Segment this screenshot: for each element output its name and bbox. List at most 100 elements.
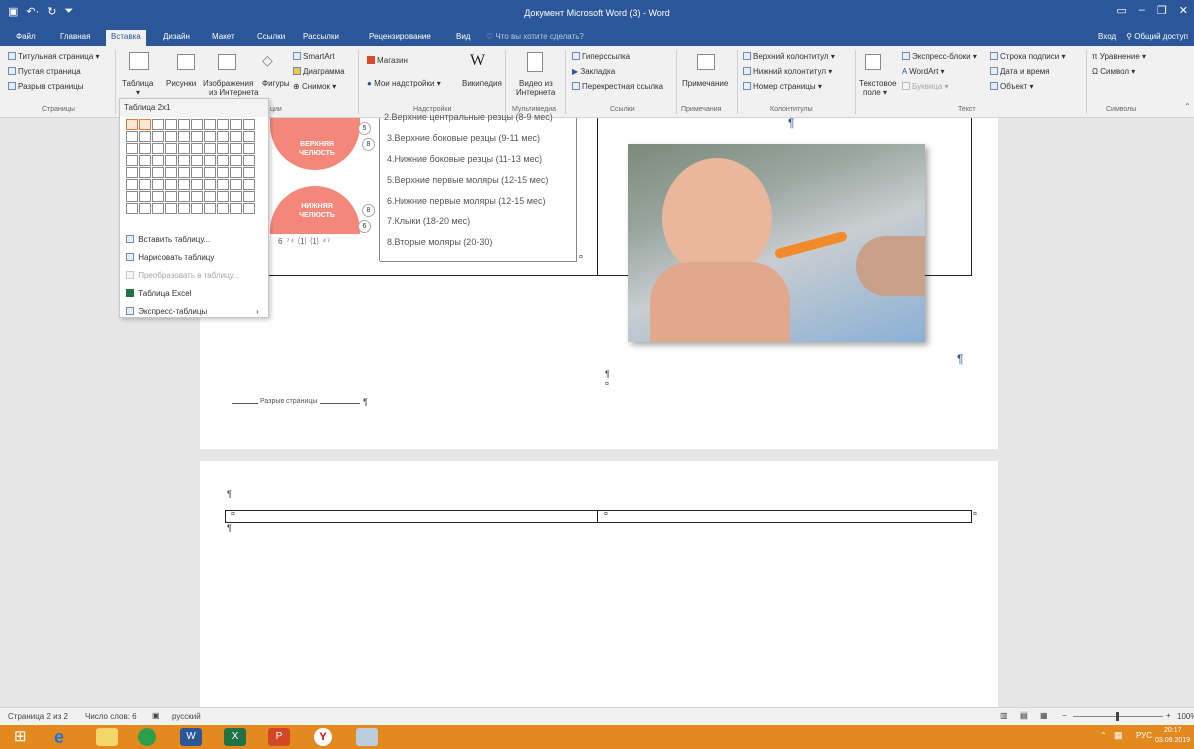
table-grid-cell[interactable]	[191, 203, 203, 214]
clock-time[interactable]: 20:17	[1164, 727, 1182, 734]
ribbon-options-icon[interactable]: ▭	[1116, 4, 1126, 17]
draw-table-item[interactable]: Нарисовать таблицу	[126, 253, 214, 262]
tab-mailings[interactable]: Рассылки	[303, 32, 339, 41]
date-time-button[interactable]: Дата и время	[990, 67, 1050, 76]
table-grid-cell[interactable]	[243, 119, 255, 130]
table-grid-cell[interactable]	[204, 119, 216, 130]
table-grid-cell[interactable]	[126, 143, 138, 154]
chart-button[interactable]: Диаграмма	[293, 67, 345, 76]
blank-page-button[interactable]: Пустая страница	[8, 67, 81, 76]
tab-review[interactable]: Рецензирование	[369, 32, 431, 41]
table-grid-cell[interactable]	[126, 191, 138, 202]
footer-button[interactable]: Нижний колонтитул ▾	[743, 67, 832, 76]
bookmark-button[interactable]: ▶ Закладка	[572, 67, 615, 76]
maximize-icon[interactable]: ❐	[1157, 4, 1167, 17]
proofing-icon[interactable]: ▣	[152, 711, 160, 720]
table-grid-cell[interactable]	[243, 203, 255, 214]
tab-insert[interactable]: Вставка	[106, 30, 146, 46]
table-grid-cell[interactable]	[191, 179, 203, 190]
comment-button[interactable]: Примечание	[682, 79, 728, 88]
table-grid-cell[interactable]	[126, 179, 138, 190]
table-grid-cell[interactable]	[126, 131, 138, 142]
zoom-in-icon[interactable]: +	[1166, 711, 1171, 720]
word-count[interactable]: Число слов: 6	[85, 712, 137, 721]
table-grid-cell[interactable]	[217, 119, 229, 130]
table-grid-cell[interactable]	[217, 191, 229, 202]
file-explorer-icon[interactable]	[96, 728, 118, 746]
table-grid-cell[interactable]	[165, 143, 177, 154]
table-grid-cell[interactable]	[178, 167, 190, 178]
table-grid-cell[interactable]	[165, 155, 177, 166]
table-grid-cell[interactable]	[152, 119, 164, 130]
table-grid-cell[interactable]	[178, 179, 190, 190]
wordart-button[interactable]: A WordArt ▾	[902, 67, 945, 76]
table-grid-cell[interactable]	[139, 119, 151, 130]
windows-start-icon[interactable]: ⊞	[14, 728, 36, 746]
equation-button[interactable]: π Уравнение ▾	[1092, 52, 1146, 61]
table-grid-cell[interactable]	[230, 167, 242, 178]
clock-date[interactable]: 03.09.2019	[1155, 737, 1190, 744]
object-button[interactable]: Объект ▾	[990, 82, 1034, 91]
table-grid-cell[interactable]	[139, 179, 151, 190]
cover-page-button[interactable]: Титульная страница ▾	[8, 52, 100, 61]
quick-parts-button[interactable]: Экспресс-блоки ▾	[902, 52, 977, 61]
tell-me-box[interactable]: ♡ Что вы хотите сделать?	[486, 32, 584, 41]
table-grid-cell[interactable]	[139, 203, 151, 214]
shapes-button[interactable]: Фигуры	[262, 79, 290, 88]
table-grid-cell[interactable]	[243, 191, 255, 202]
word-taskbar-icon[interactable]: W	[180, 728, 202, 746]
language-indicator[interactable]: русский	[172, 712, 201, 721]
table-grid-cell[interactable]	[139, 131, 151, 142]
header-button[interactable]: Верхний колонтитул ▾	[743, 52, 835, 61]
tab-references[interactable]: Ссылки	[257, 32, 285, 41]
table-grid-cell[interactable]	[204, 155, 216, 166]
table-grid-cell[interactable]	[230, 131, 242, 142]
table-grid-cell[interactable]	[217, 155, 229, 166]
table-grid-cell[interactable]	[152, 143, 164, 154]
baby-photo[interactable]	[628, 144, 925, 342]
table-grid-cell[interactable]	[204, 131, 216, 142]
table-grid-cell[interactable]	[152, 179, 164, 190]
online-video-button[interactable]: Видео из	[519, 79, 553, 88]
table-grid-cell[interactable]	[178, 203, 190, 214]
table-grid-cell[interactable]	[178, 155, 190, 166]
page-break-button[interactable]: Разрыв страницы	[8, 82, 84, 91]
table-grid-cell[interactable]	[217, 167, 229, 178]
table-grid-cell[interactable]	[243, 167, 255, 178]
pictures-button[interactable]: Рисунки	[166, 79, 196, 88]
zoom-level[interactable]: 100%	[1177, 712, 1194, 721]
table-grid-cell[interactable]	[165, 167, 177, 178]
drop-cap-button[interactable]: Буквица ▾	[902, 82, 949, 91]
online-pictures-button[interactable]: Изображения	[203, 79, 253, 88]
internet-explorer-icon[interactable]: e	[54, 728, 76, 746]
table-grid-cell[interactable]	[178, 131, 190, 142]
table-grid-cell[interactable]	[204, 143, 216, 154]
table-grid-cell[interactable]	[243, 143, 255, 154]
store-button[interactable]: Магазин	[367, 56, 408, 65]
powerpoint-taskbar-icon[interactable]: P	[268, 728, 290, 746]
table-grid-cell[interactable]	[191, 131, 203, 142]
wikipedia-button[interactable]: Википедия	[462, 79, 502, 88]
table-grid-cell[interactable]	[217, 131, 229, 142]
keyboard-language[interactable]: РУС	[1136, 731, 1152, 740]
table-grid-cell[interactable]	[230, 143, 242, 154]
table-button[interactable]: Таблица	[122, 79, 153, 88]
tab-view[interactable]: Вид	[456, 32, 470, 41]
excel-table-item[interactable]: Таблица Excel	[126, 289, 191, 298]
table-grid-cell[interactable]	[243, 155, 255, 166]
tab-layout[interactable]: Макет	[212, 32, 235, 41]
read-mode-icon[interactable]: ▥	[1000, 711, 1008, 720]
table-grid-cell[interactable]	[243, 179, 255, 190]
table-grid-cell[interactable]	[243, 131, 255, 142]
symbol-button[interactable]: Ω Символ ▾	[1092, 67, 1135, 76]
screenshot-button[interactable]: ⊕ Снимок ▾	[293, 82, 336, 91]
zoom-slider-thumb[interactable]	[1116, 712, 1119, 721]
tray-chevron-icon[interactable]: ⌃	[1100, 731, 1107, 740]
table-grid-cell[interactable]	[152, 203, 164, 214]
tab-home[interactable]: Главная	[60, 32, 90, 41]
table-grid-cell[interactable]	[126, 155, 138, 166]
table-grid-cell[interactable]	[191, 119, 203, 130]
table-grid-cell[interactable]	[191, 167, 203, 178]
table-grid-cell[interactable]	[139, 167, 151, 178]
signature-line-button[interactable]: Строка подписи ▾	[990, 52, 1065, 61]
